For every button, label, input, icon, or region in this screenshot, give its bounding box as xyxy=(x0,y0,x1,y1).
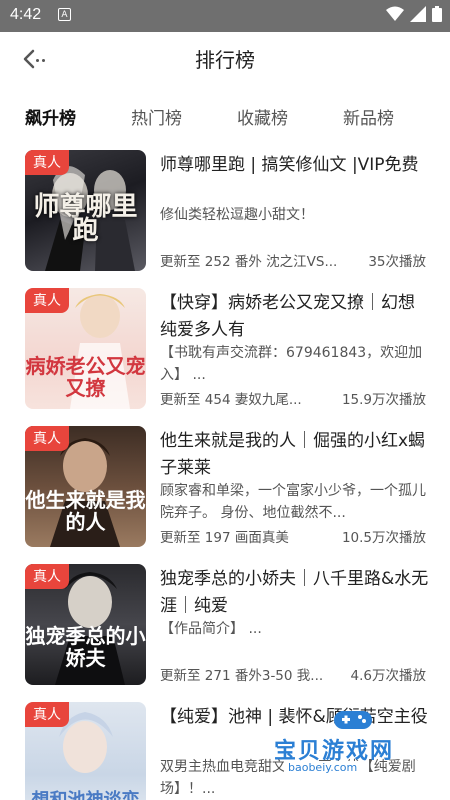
signal-icon xyxy=(410,6,426,22)
badge-real-person: 真人 xyxy=(25,426,69,451)
update-info: 更新至 252 番外 沈之江VS... xyxy=(160,254,338,270)
item-desc: 【作品简介】 ... xyxy=(160,621,262,637)
cover-image: 想和池神谈恋爱 真人 xyxy=(25,702,146,800)
badge-real-person: 真人 xyxy=(25,702,69,727)
item-title: 【快穿】病娇老公又宠又撩｜幻想纯爱多人有 xyxy=(160,293,415,340)
cover-title: 师尊哪里跑 xyxy=(33,192,138,246)
play-count: 15.9万次播放 xyxy=(341,392,426,408)
status-icons xyxy=(386,6,442,22)
item-title: 独宠季总的小娇夫｜八千里路&水无涯｜纯爱 xyxy=(160,569,429,616)
item-title: 师尊哪里跑 | 搞笑修仙文 |VIP免费 xyxy=(160,155,419,175)
list-item[interactable]: 独宠季总的小娇夫 真人 独宠季总的小娇夫｜八千里路&水无涯｜纯爱 【作品简介】 … xyxy=(0,564,450,686)
page-title: 排行榜 xyxy=(195,48,255,72)
badge-real-person: 真人 xyxy=(25,564,69,589)
cover-image: 师尊哪里跑 真人 xyxy=(25,150,146,271)
play-count: 35次播放 xyxy=(368,254,426,270)
play-count: 10.5万次播放 xyxy=(341,530,426,546)
item-desc: 修仙类轻松逗趣小甜文！ xyxy=(160,207,314,223)
battery-icon xyxy=(432,6,442,22)
status-time: 4:42 xyxy=(10,6,42,23)
ranking-tabs: 飙升榜 热门榜 收藏榜 新品榜 xyxy=(0,96,450,136)
gamepad-icon xyxy=(334,711,372,729)
tab-favorites[interactable]: 收藏榜 xyxy=(237,104,288,129)
update-info: 更新至 271 番外3-50 我... xyxy=(160,668,324,684)
list-item[interactable]: 他生来就是我的人 真人 他生来就是我的人｜倔强的小红x蝎子莱莱 顾家睿和单梁，一… xyxy=(0,426,450,548)
item-title: 他生来就是我的人｜倔强的小红x蝎子莱莱 xyxy=(160,431,426,478)
update-info: 更新至 197 画面真美 xyxy=(160,530,289,546)
cover-title: 独宠季总的小娇夫 xyxy=(25,624,146,670)
status-bar: 4:42 A xyxy=(0,0,450,32)
list-item[interactable]: 师尊哪里跑 真人 师尊哪里跑 | 搞笑修仙文 |VIP免费 修仙类轻松逗趣小甜文… xyxy=(0,150,450,272)
item-desc: 顾家睿和单梁，一个富家小少爷，一个孤儿院弃子。 身份、地位截然不... xyxy=(160,483,426,521)
watermark-url: baobeiy.com xyxy=(284,761,362,774)
badge-real-person: 真人 xyxy=(25,288,69,313)
notification-icon: A xyxy=(58,8,71,21)
tab-popular[interactable]: 热门榜 xyxy=(131,104,182,129)
cover-title: 病娇老公又宠又撩 xyxy=(25,354,146,400)
play-count: 4.6万次播放 xyxy=(350,668,426,684)
list-item[interactable]: 病娇老公又宠又撩 真人 【快穿】病娇老公又宠又撩｜幻想纯爱多人有 【书耽有声交流… xyxy=(0,288,450,410)
cover-image: 独宠季总的小娇夫 真人 xyxy=(25,564,146,685)
update-info: 更新至 454 妻奴九尾... xyxy=(160,392,302,408)
cover-image: 病娇老公又宠又撩 真人 xyxy=(25,288,146,409)
cover-title: 他生来就是我的人 xyxy=(25,488,146,534)
cover-title: 想和池神谈恋爱 xyxy=(25,791,146,800)
watermark-logo: 宝贝游戏网 baobeiy.com xyxy=(260,705,450,775)
badge-real-person: 真人 xyxy=(25,150,69,175)
header: 排行榜 xyxy=(0,32,450,88)
tab-new[interactable]: 新品榜 xyxy=(343,104,394,129)
tab-soaring[interactable]: 飙升榜 xyxy=(25,104,76,129)
item-desc: 【书耽有声交流群：679461843，欢迎加入】 ... xyxy=(160,345,423,383)
cover-image: 他生来就是我的人 真人 xyxy=(25,426,146,547)
wifi-icon xyxy=(386,6,404,21)
